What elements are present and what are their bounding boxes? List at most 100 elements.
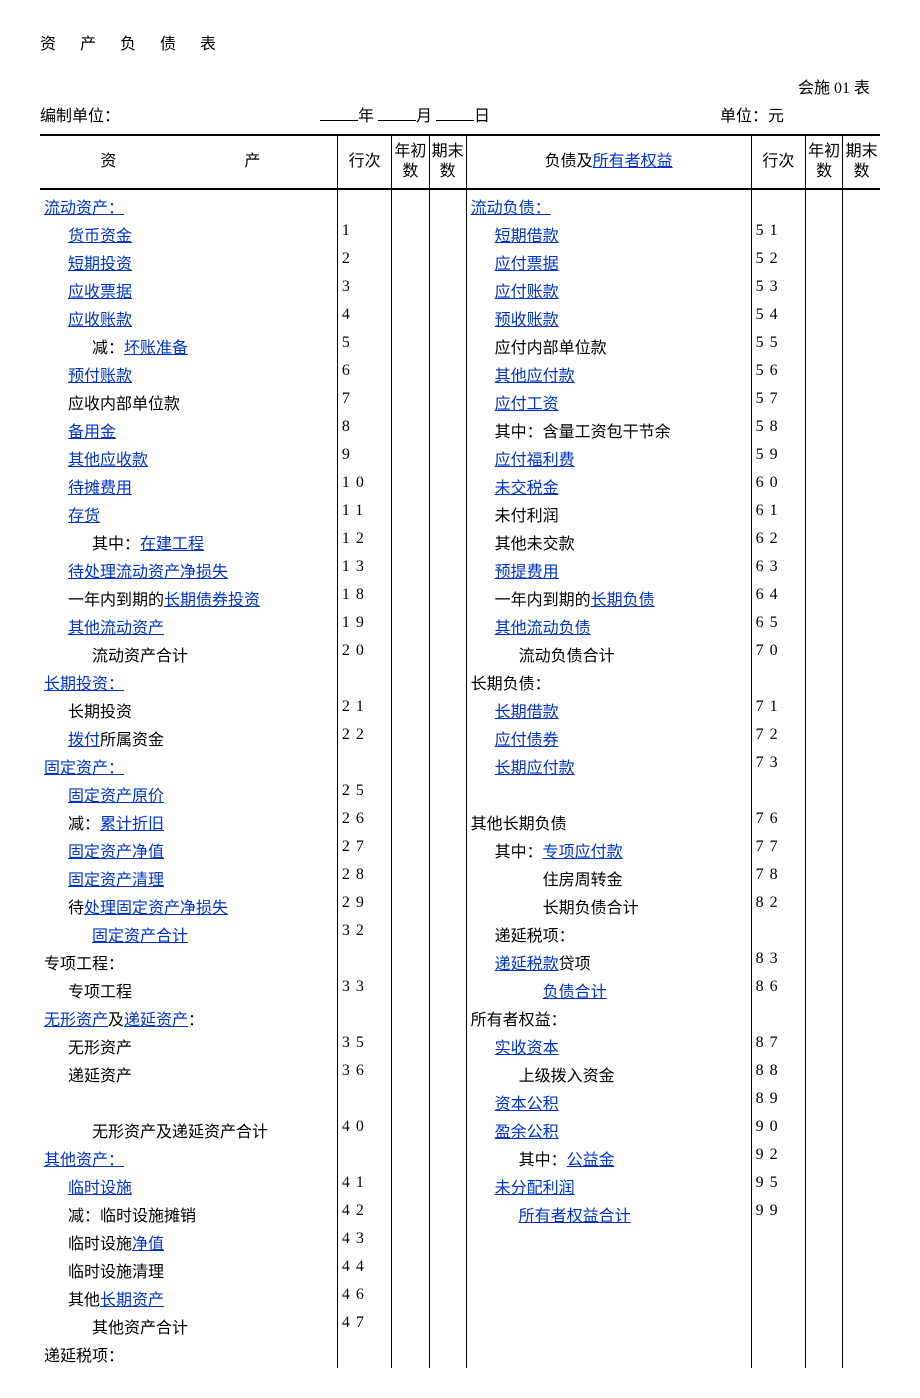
link-item[interactable]: 固定资产： [44, 760, 124, 777]
cell-text: 应收票据 [44, 278, 132, 302]
cell-text: 预收账款 [471, 306, 559, 330]
link-item[interactable]: 其他流动负债 [495, 620, 591, 637]
link-item[interactable]: 未分配利润 [495, 1180, 575, 1197]
cell-text: 递延税项： [44, 1348, 124, 1365]
link-item[interactable]: 其他应收款 [68, 452, 148, 469]
link-item[interactable]: 专项应付款 [543, 844, 623, 861]
link-item[interactable]: 存货 [68, 508, 100, 525]
org-label: 编制单位： [40, 102, 320, 126]
link-item[interactable]: 固定资产净值 [68, 844, 164, 861]
link-item[interactable]: 长期负债 [591, 592, 655, 609]
link-item[interactable]: 备用金 [68, 424, 116, 441]
link-item[interactable]: 固定资产原价 [68, 788, 164, 805]
link-item[interactable]: 盈余公积 [495, 1124, 559, 1141]
link-item[interactable]: 资本公积 [495, 1096, 559, 1113]
link-item[interactable]: 其他资产： [44, 1152, 124, 1169]
cell-text: 预提费用 [471, 558, 559, 582]
cell-text: 盈余公积 [471, 1118, 559, 1142]
link-item[interactable]: 应付债券 [495, 732, 559, 749]
link-item[interactable]: 在建工程 [140, 536, 204, 553]
link-item[interactable]: 所有者权益合计 [519, 1208, 631, 1225]
link-item[interactable]: 预收账款 [495, 312, 559, 329]
link-item[interactable]: 累计折旧 [100, 816, 164, 833]
table-row: 预付账款6其他应付款56 [40, 360, 880, 388]
cell-text: 递延资产 [44, 1062, 132, 1086]
hdr-asset: 资 产 [84, 153, 292, 170]
table-row: 应收内部单位款7应付工资57 [40, 388, 880, 416]
form-number: 会施 01 表 [720, 74, 880, 98]
link-item[interactable]: 无形资产 [44, 1012, 108, 1029]
link-item[interactable]: 流动资产： [44, 200, 124, 217]
cell-text: 存货 [44, 502, 100, 526]
link-item[interactable]: 应付账款 [495, 284, 559, 301]
link-item[interactable]: 短期投资 [68, 256, 132, 273]
link-item[interactable]: 实收资本 [495, 1040, 559, 1057]
cell-text: 其中：含量工资包干节余 [471, 418, 671, 442]
table-row: 减：坏账准备5应付内部单位款55 [40, 332, 880, 360]
link-item[interactable]: 未交税金 [495, 480, 559, 497]
table-row: 其他应收款9应付福利费59 [40, 444, 880, 472]
cell-text: 其中：公益金 [471, 1146, 615, 1170]
link-item[interactable]: 应付票据 [495, 256, 559, 273]
cell-text: 资本公积 [471, 1090, 559, 1114]
link-item[interactable]: 流动负债： [471, 200, 551, 217]
cell-text: 一年内到期的长期负债 [471, 586, 655, 610]
link-item[interactable]: 净值 [132, 1236, 164, 1253]
balance-sheet-table: 资 产 行次 年初数 期末数 负债及所有者权益 行次 年初数 期末数 流动资产：… [40, 134, 880, 1368]
table-row: 减：累计折旧26其他长期负债76 [40, 808, 880, 836]
table-row: 专项工程33负债合计86 [40, 976, 880, 1004]
link-item[interactable]: 货币资金 [68, 228, 132, 245]
link-item[interactable]: 长期投资： [44, 676, 124, 693]
table-row: 货币资金1短期借款51 [40, 220, 880, 248]
cell-text: 长期负债： [471, 676, 551, 693]
hdr-line-b: 行次 [751, 135, 806, 189]
table-row: 待处理固定资产净损失29长期负债合计82 [40, 892, 880, 920]
link-item[interactable]: 拨付 [68, 732, 100, 749]
table-row: 减：临时设施摊销42所有者权益合计99 [40, 1200, 880, 1228]
link-item[interactable]: 递延税款 [495, 956, 559, 973]
cell-text: 应付工资 [471, 390, 559, 414]
cell-text: 所有者权益合计 [471, 1202, 631, 1226]
table-row: 存货11未付利润61 [40, 500, 880, 528]
link-item[interactable]: 短期借款 [495, 228, 559, 245]
link-item[interactable]: 应付福利费 [495, 452, 575, 469]
link-item[interactable]: 公益金 [567, 1152, 615, 1169]
link-item[interactable]: 待摊费用 [68, 480, 132, 497]
link-item[interactable]: 其他流动资产 [68, 620, 164, 637]
link-item[interactable]: 应付工资 [495, 396, 559, 413]
link-item[interactable]: 应收票据 [68, 284, 132, 301]
link-item[interactable]: 固定资产合计 [92, 928, 188, 945]
link-item[interactable]: 预付账款 [68, 368, 132, 385]
link-item[interactable]: 长期借款 [495, 704, 559, 721]
link-item[interactable]: 长期资产 [100, 1292, 164, 1309]
link-item[interactable]: 临时设施 [68, 1180, 132, 1197]
cell-text: 应收内部单位款 [44, 390, 180, 414]
cell-text: 上级拨入资金 [471, 1062, 615, 1086]
link-item[interactable]: 其他应付款 [495, 368, 575, 385]
table-row: 应收账款4预收账款54 [40, 304, 880, 332]
link-item[interactable]: 坏账准备 [124, 340, 188, 357]
table-row: 拨付所属资金22应付债券72 [40, 724, 880, 752]
cell-text: 应付账款 [471, 278, 559, 302]
link-item[interactable]: 处理固定资产净损失 [84, 900, 228, 917]
link-item[interactable]: 固定资产清理 [68, 872, 164, 889]
cell-text: 应付债券 [471, 726, 559, 750]
table-row: 无形资产及递延资产：所有者权益： [40, 1004, 880, 1032]
table-row: 短期投资2应付票据52 [40, 248, 880, 276]
link-item[interactable]: 待处理流动资产净损失 [68, 564, 228, 581]
hdr-begin-a: 年初数 [392, 135, 429, 189]
link-item[interactable]: 递延资产 [124, 1012, 188, 1029]
link-item[interactable]: 负债合计 [543, 984, 607, 1001]
link-item[interactable]: 预提费用 [495, 564, 559, 581]
link-item[interactable]: 长期应付款 [495, 760, 575, 777]
link-item[interactable]: 长期债券投资 [164, 592, 260, 609]
cell-text: 货币资金 [44, 222, 132, 246]
cell-text: 未分配利润 [471, 1174, 575, 1198]
cell-text: 应付内部单位款 [471, 334, 607, 358]
owner-equity-link[interactable]: 所有者权益 [593, 153, 673, 170]
link-item[interactable]: 应收账款 [68, 312, 132, 329]
hdr-end-b: 期末数 [843, 135, 880, 189]
cell-text: 其他流动资产 [44, 614, 164, 638]
cell-text: 其中：在建工程 [44, 530, 204, 554]
table-row: 其他资产合计47 [40, 1312, 880, 1340]
